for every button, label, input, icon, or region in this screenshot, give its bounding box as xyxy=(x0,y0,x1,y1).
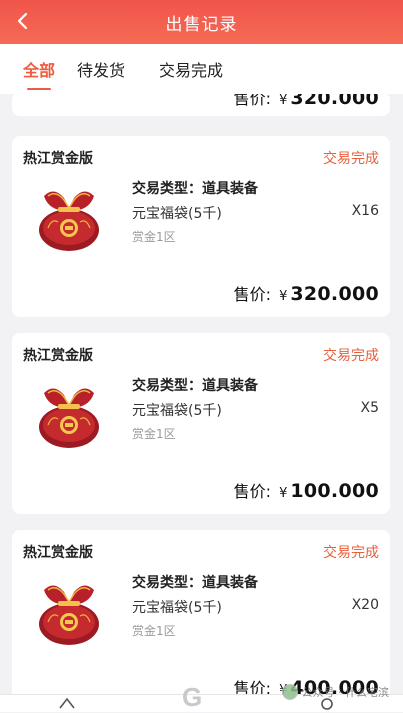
item-quantity: X16 xyxy=(351,203,379,219)
server-name: 赏金1区 xyxy=(132,624,176,638)
page-title: 出售记录 xyxy=(165,15,238,35)
server-name: 赏金1区 xyxy=(132,427,176,441)
lucky-bag-icon xyxy=(39,388,99,448)
price-row: 售价: ¥ 320.000 xyxy=(234,94,379,109)
record-card[interactable]: 热江赏金版 交易完成 交易类型：道具装备 元宝福袋(5千) X20 赏金1区 售… xyxy=(12,530,390,694)
game-name: 热江赏金版 xyxy=(23,545,93,561)
app-header: 出售记录 xyxy=(0,0,403,44)
currency-symbol: ¥ xyxy=(279,289,288,304)
item-name: 元宝福袋(5千) xyxy=(132,600,222,616)
home-icon[interactable] xyxy=(58,696,76,710)
record-card[interactable]: 热江赏金版 交易完成 交易类型：道具装备 元宝福袋(5千) X16 赏金1区 售… xyxy=(12,136,390,317)
record-card[interactable]: 热江赏金版 交易完成 交易类型：道具装备 元宝福袋(5千) X5 赏金1区 售价… xyxy=(12,333,390,514)
tab-completed[interactable]: 交易完成 xyxy=(159,57,223,81)
price-value: 320.000 xyxy=(290,94,379,109)
price-label: 售价: xyxy=(233,679,272,694)
lucky-bag-icon xyxy=(39,585,99,645)
status-badge: 交易完成 xyxy=(323,348,379,364)
currency-symbol: ¥ xyxy=(279,486,288,501)
price-value: 100.000 xyxy=(290,480,379,502)
trade-type: 交易类型：道具装备 xyxy=(132,181,258,197)
price-value: 320.000 xyxy=(290,283,379,305)
server-name: 赏金1区 xyxy=(132,230,176,244)
price-row: 售价: ¥ 320.000 xyxy=(234,281,379,305)
wechat-official-icon xyxy=(281,684,298,700)
lucky-bag-icon xyxy=(39,191,99,251)
item-name: 元宝福袋(5千) xyxy=(132,403,222,419)
price-row: 售价: ¥ 100.000 xyxy=(234,478,379,502)
tab-pending-shipment[interactable]: 待发货 xyxy=(77,57,125,81)
logo-watermark: G xyxy=(182,682,203,712)
trade-type: 交易类型：道具装备 xyxy=(132,575,258,591)
currency-symbol: ¥ xyxy=(279,94,288,108)
trade-type: 交易类型：道具装备 xyxy=(132,378,258,394)
price-label: 售价: xyxy=(233,94,272,108)
filter-tabs: 全部 待发货 交易完成 xyxy=(0,44,403,94)
watermark: 公众号 · 什么宅滨 xyxy=(281,684,390,700)
game-name: 热江赏金版 xyxy=(23,348,93,364)
records-list[interactable]: 售价: ¥ 320.000 热江赏金版 交易完成 交易类型：道具装备 元宝福袋(… xyxy=(0,94,403,694)
price-label: 售价: xyxy=(233,285,272,304)
game-name: 热江赏金版 xyxy=(23,151,93,167)
item-name: 元宝福袋(5千) xyxy=(132,206,222,222)
record-card[interactable]: 售价: ¥ 320.000 xyxy=(12,94,390,116)
price-label: 售价: xyxy=(233,482,272,501)
item-quantity: X20 xyxy=(351,597,379,613)
item-quantity: X5 xyxy=(360,400,380,416)
watermark-text: 公众号 · 什么宅滨 xyxy=(301,686,390,699)
status-badge: 交易完成 xyxy=(323,545,379,561)
status-badge: 交易完成 xyxy=(323,151,379,167)
tab-all[interactable]: 全部 xyxy=(23,57,55,90)
